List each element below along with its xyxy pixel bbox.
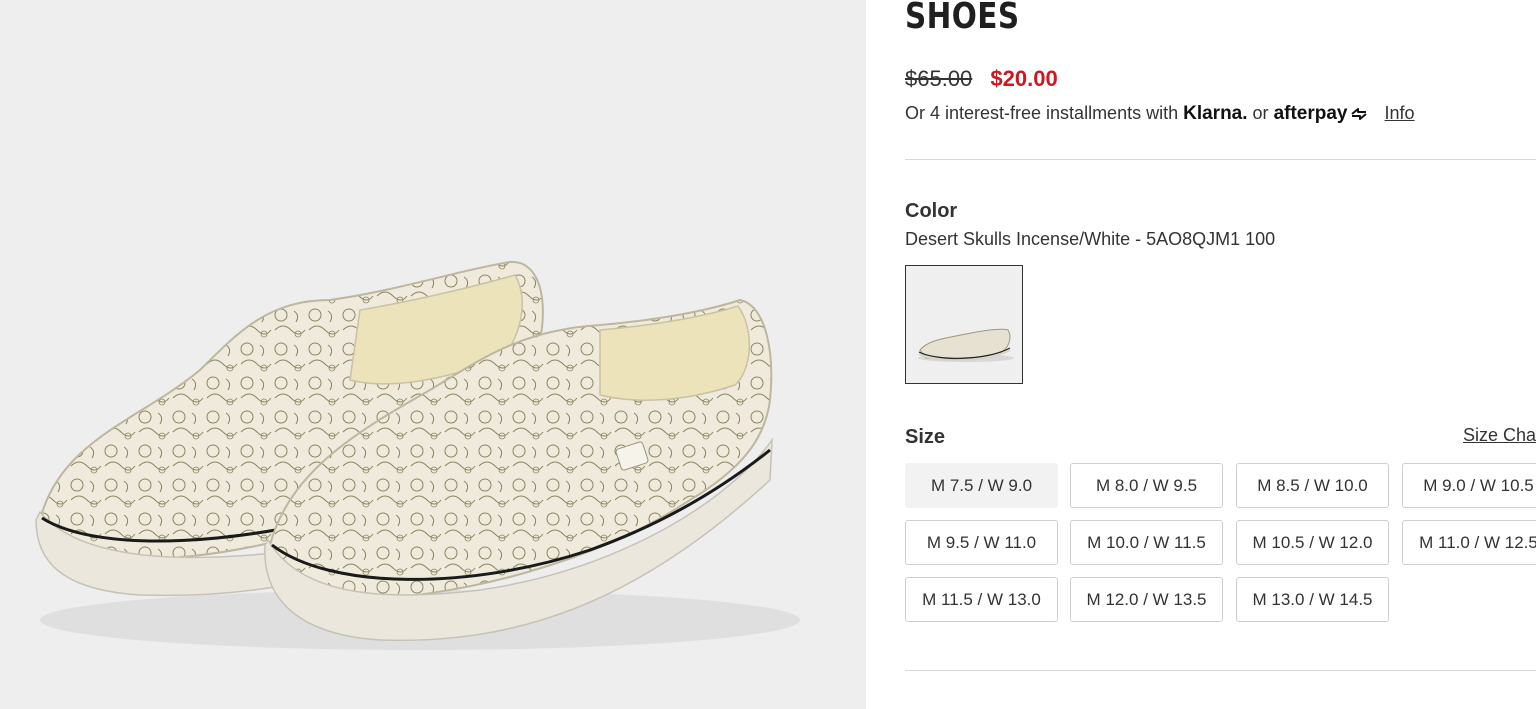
size-option[interactable]: M 10.5 / W 12.0 (1236, 520, 1389, 565)
color-swatch[interactable] (905, 265, 1023, 384)
size-option[interactable]: M 12.0 / W 13.5 (1070, 577, 1223, 622)
product-title: SHOES (905, 0, 1020, 37)
size-option[interactable]: M 7.5 / W 9.0 (905, 463, 1058, 508)
or-text: or (1252, 103, 1269, 123)
size-option[interactable]: M 8.0 / W 9.5 (1070, 463, 1223, 508)
size-option[interactable]: M 11.0 / W 12.5 (1402, 520, 1536, 565)
size-option[interactable]: M 9.0 / W 10.5 (1402, 463, 1536, 508)
size-option[interactable]: M 9.5 / W 11.0 (905, 520, 1058, 565)
size-heading: Size (905, 426, 946, 448)
installments-info-link[interactable]: Info (1385, 103, 1415, 123)
divider (905, 670, 1536, 671)
installments-text: Or 4 interest-free installments with (905, 103, 1179, 123)
color-heading: Color (905, 200, 958, 222)
size-chart-link[interactable]: Size Chart (1463, 425, 1536, 446)
original-price: $65.00 (905, 66, 973, 91)
size-option[interactable]: M 11.5 / W 13.0 (905, 577, 1058, 622)
shoe-pair-image (35, 260, 800, 650)
color-swatch-thumbnail (906, 266, 1022, 383)
selected-color-name: Desert Skulls Incense/White - 5AO8QJM1 1… (905, 229, 1276, 249)
size-option[interactable]: M 10.0 / W 11.5 (1070, 520, 1223, 565)
product-image[interactable] (0, 0, 866, 709)
installments-info: Or 4 interest-free installments with Kla… (905, 103, 1415, 127)
afterpay-icon (1348, 106, 1370, 127)
product-info-panel: SHOES $65.00 $20.00 Or 4 interest-free i… (905, 0, 1536, 709)
size-option[interactable]: M 13.0 / W 14.5 (1236, 577, 1389, 622)
afterpay-logo: afterpay (1273, 103, 1348, 124)
price-row: $65.00 $20.00 (905, 66, 1058, 92)
sale-price: $20.00 (990, 66, 1058, 91)
size-option[interactable]: M 8.5 / W 10.0 (1236, 463, 1389, 508)
klarna-logo: Klarna. (1183, 103, 1248, 124)
divider (905, 159, 1536, 160)
